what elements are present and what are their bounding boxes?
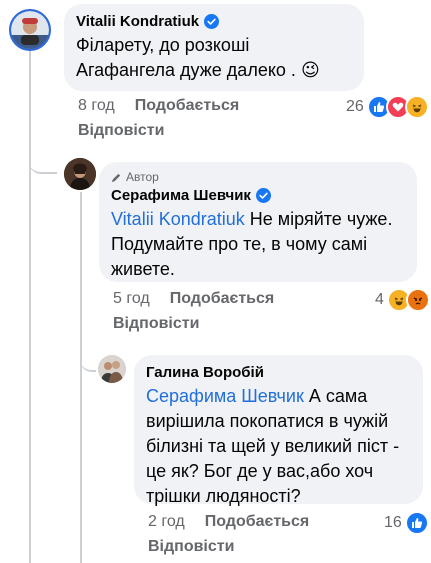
avatar-image: [98, 355, 126, 383]
comment-author[interactable]: Галина Воробій: [146, 363, 411, 382]
comment-body: Філарету, до розкоші Агафангела дуже дал…: [76, 35, 296, 80]
comment-author[interactable]: Vitalii Kondratiuk: [76, 12, 352, 31]
comment-bubble: Галина Воробій Серафима Шевчик А сама ви…: [134, 355, 423, 506]
avatar[interactable]: [9, 9, 51, 51]
like-button[interactable]: Подобається: [170, 290, 275, 308]
comment-time[interactable]: 5 год: [113, 290, 150, 308]
pencil-icon: [111, 173, 121, 182]
comment-actions: 2 год Подобається: [148, 513, 309, 531]
reaction-count: 26: [346, 98, 364, 115]
mention-link[interactable]: Vitalii Kondratiuk: [111, 209, 245, 229]
reactions[interactable]: 26: [346, 95, 429, 119]
wink-emoji-icon: 😉: [300, 60, 320, 80]
comment-text: Vitalii Kondratiuk Не міряйте чуже. Поду…: [111, 207, 405, 282]
comment-author[interactable]: Серафима Шевчик: [111, 186, 405, 205]
reactions[interactable]: 4: [375, 288, 430, 312]
comment-text: Філарету, до розкоші Агафангела дуже дал…: [76, 33, 352, 83]
like-icon: [404, 511, 429, 535]
verified-badge-icon: [255, 188, 271, 203]
reaction-count: 4: [375, 291, 384, 308]
author-name[interactable]: Vitalii Kondratiuk: [76, 12, 199, 31]
angry-icon: [405, 288, 430, 312]
comment-actions: 8 год Подобається: [78, 97, 239, 115]
thread-line-main: [29, 48, 31, 563]
haha-icon: [404, 95, 429, 119]
comment-bubble: Автор Серафима Шевчик Vitalii Kondratiuk…: [99, 162, 417, 282]
reply-button[interactable]: Відповісти: [148, 538, 234, 556]
comment-bubble: Vitalii Kondratiuk Філарету, до розкоші …: [64, 4, 364, 91]
avatar-image: [11, 11, 49, 49]
reactions[interactable]: 16: [384, 511, 429, 535]
reaction-count: 16: [384, 514, 402, 531]
thread-connector-2: [80, 348, 96, 372]
author-badge: Автор: [111, 170, 405, 184]
like-button[interactable]: Подобається: [135, 97, 240, 115]
reply-button[interactable]: Відповісти: [78, 122, 164, 140]
verified-badge-icon: [204, 14, 220, 29]
thread-line-reply: [80, 192, 82, 563]
author-name[interactable]: Серафима Шевчик: [111, 186, 251, 205]
comment-time[interactable]: 2 год: [148, 513, 185, 531]
author-badge-label: Автор: [126, 170, 159, 184]
mention-link[interactable]: Серафима Шевчик: [146, 386, 304, 406]
avatar-image: [64, 158, 96, 190]
avatar[interactable]: [64, 158, 96, 190]
comment-time[interactable]: 8 год: [78, 97, 115, 115]
reply-button[interactable]: Відповісти: [113, 315, 199, 333]
author-name[interactable]: Галина Воробій: [146, 363, 264, 382]
thread-connector-1: [29, 150, 57, 174]
like-button[interactable]: Подобається: [205, 513, 310, 531]
comment-text: Серафима Шевчик А сама вирішила покопати…: [146, 384, 411, 509]
comment-actions: 5 год Подобається: [113, 290, 274, 308]
avatar[interactable]: [98, 355, 126, 383]
